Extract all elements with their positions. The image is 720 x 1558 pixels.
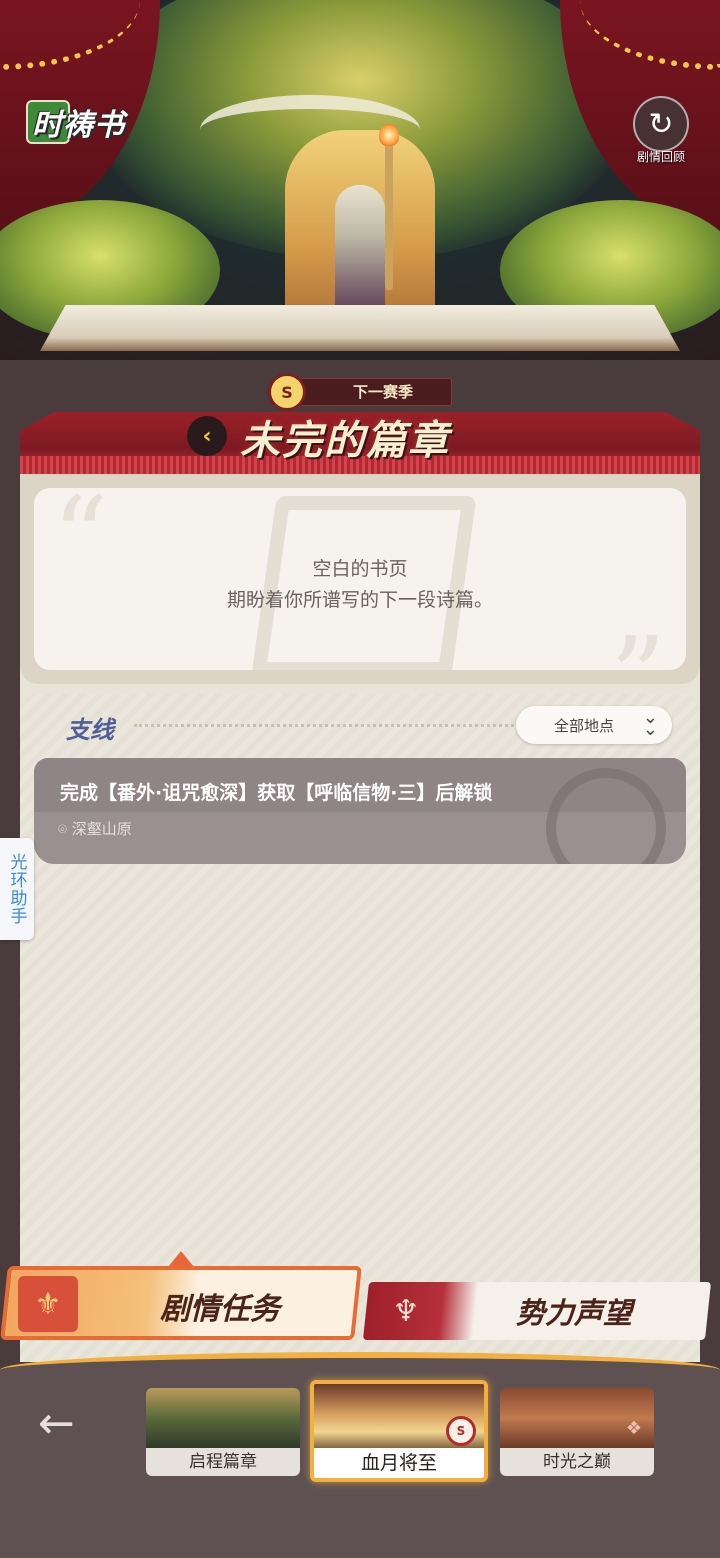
hooded-figure: [335, 185, 385, 315]
quest-text: 完成【番外·诅咒愈深】获取【呼临信物·三】后解锁: [60, 782, 493, 804]
hero-title: 时祷书: [32, 108, 125, 143]
replay-button[interactable]: ↻ 剧情回顾: [628, 96, 694, 165]
quest-item[interactable]: 完成【番外·诅咒愈深】获取【呼临信物·三】后解锁 ⌾ 深壑山原: [34, 758, 686, 864]
intro-line-2: 期盼着你所谱写的下一段诗篇。: [226, 589, 493, 611]
season-label: 启程篇章: [146, 1448, 300, 1476]
divider: [134, 724, 514, 727]
torch-icon: [379, 124, 399, 290]
intro-text: 空白的书页 期盼着你所谱写的下一段诗篇。: [34, 554, 686, 616]
quote-close-icon: ”: [610, 622, 666, 670]
chevron-left-icon[interactable]: ‹: [187, 416, 227, 456]
book-of-hours-logo: 时祷书: [26, 100, 125, 144]
open-book: [40, 305, 680, 351]
map-pin-icon: ⌾: [58, 820, 68, 838]
chapter-title: 未完的篇章: [240, 417, 450, 464]
season-label: 血月将至: [314, 1448, 484, 1478]
season-card-1[interactable]: 启程篇章: [146, 1388, 300, 1476]
season-thumbnail: [146, 1388, 300, 1448]
hero-banner: [0, 0, 720, 360]
season-label: 时光之巅: [500, 1448, 654, 1476]
branch-title: 支线: [66, 715, 114, 744]
quest-location-label: 深壑山原: [71, 820, 132, 838]
shield-flame-icon: ⚜: [18, 1276, 78, 1332]
tab-story-label: 剧情任务: [160, 1292, 280, 1327]
replay-icon: ↻: [633, 96, 689, 152]
tab-reputation-label: 势力声望: [516, 1296, 633, 1330]
replay-label: 剧情回顾: [636, 150, 685, 164]
quest-location: ⌾ 深壑山原: [58, 818, 132, 839]
mask-icon: ❖: [625, 1418, 643, 1439]
side-helper-tab[interactable]: 光环助手: [0, 838, 34, 940]
season-badge-icon: S: [446, 1416, 476, 1446]
location-filter-label: 全部地点: [554, 716, 615, 735]
arrow-left-icon[interactable]: ←: [38, 1402, 94, 1446]
location-filter-select[interactable]: 全部地点 ⌄ ⌄: [516, 706, 672, 744]
intro-inner: “ ” 空白的书页 期盼着你所谱写的下一段诗篇。: [34, 488, 686, 670]
next-season-label: 下一赛季: [300, 378, 452, 406]
intro-line-1: 空白的书页: [312, 558, 408, 580]
double-chevron-down-icon: ⌄ ⌄: [642, 707, 658, 740]
trident-icon: ♆: [392, 1293, 420, 1329]
active-tab-indicator: [168, 1251, 194, 1267]
season-badge-icon: S: [268, 373, 306, 411]
